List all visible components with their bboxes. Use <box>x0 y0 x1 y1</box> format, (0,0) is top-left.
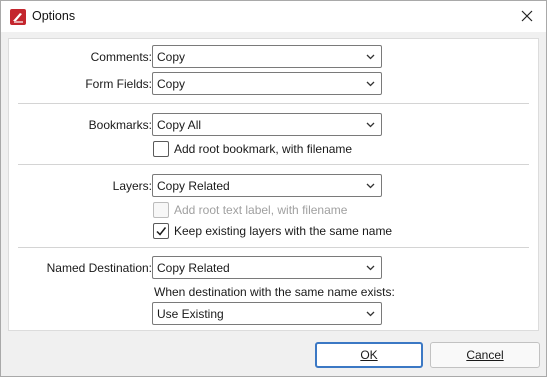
keep-existing-layers-label: Keep existing layers with the same name <box>174 224 393 238</box>
named-destination-value: Copy Related <box>157 261 230 275</box>
layers-dropdown[interactable]: Copy Related <box>152 174 382 197</box>
checkmark-icon <box>156 227 167 236</box>
conflict-dropdown[interactable]: Use Existing <box>152 302 382 325</box>
form-fields-label: Form Fields: <box>85 77 152 91</box>
add-root-text-label-checkbox[interactable] <box>153 202 169 218</box>
options-panel: Comments: Copy Form Fields: Copy Bookmar… <box>8 38 539 331</box>
chevron-down-icon <box>366 265 375 271</box>
chevron-down-icon <box>366 183 375 189</box>
comments-label: Comments: <box>90 50 152 64</box>
keep-existing-layers-checkbox[interactable] <box>153 223 169 239</box>
comments-value: Copy <box>157 50 186 64</box>
named-destination-label: Named Destination: <box>46 261 152 275</box>
chevron-down-icon <box>366 54 375 60</box>
chevron-down-icon <box>366 81 375 87</box>
add-root-bookmark-label: Add root bookmark, with filename <box>174 142 353 156</box>
chevron-down-icon <box>366 122 375 128</box>
divider <box>18 103 529 104</box>
divider <box>18 164 529 165</box>
comments-dropdown[interactable]: Copy <box>152 45 382 68</box>
add-root-bookmark-checkbox[interactable] <box>153 141 169 157</box>
title-bar: Options <box>1 1 546 32</box>
cancel-button[interactable]: Cancel <box>430 342 540 368</box>
bookmarks-dropdown[interactable]: Copy All <box>152 113 382 136</box>
cancel-button-label: Cancel <box>466 348 504 362</box>
form-fields-value: Copy <box>157 77 186 91</box>
divider <box>18 247 529 248</box>
window-title: Options <box>32 9 76 23</box>
ok-button-label: OK <box>360 348 378 362</box>
form-fields-dropdown[interactable]: Copy <box>152 72 382 95</box>
conflict-note: When destination with the same name exis… <box>154 285 395 299</box>
close-icon[interactable] <box>514 4 540 28</box>
pdf-app-icon <box>10 9 26 25</box>
layers-label: Layers: <box>112 179 152 193</box>
chevron-down-icon <box>366 311 375 317</box>
bookmarks-value: Copy All <box>157 118 202 132</box>
layers-value: Copy Related <box>157 179 230 193</box>
add-root-text-label-label: Add root text label, with filename <box>174 203 348 217</box>
options-dialog: Options Comments: Copy Form Fields: Copy… <box>0 0 547 377</box>
ok-button[interactable]: OK <box>315 342 423 368</box>
bookmarks-label: Bookmarks: <box>88 118 152 132</box>
conflict-value: Use Existing <box>157 307 224 321</box>
named-destination-dropdown[interactable]: Copy Related <box>152 256 382 279</box>
